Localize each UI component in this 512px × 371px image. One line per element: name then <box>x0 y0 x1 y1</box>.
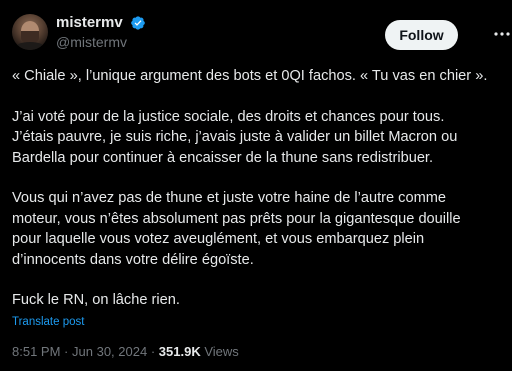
views-label: Views <box>204 344 239 359</box>
avatar-shoulders <box>14 42 46 50</box>
more-options-button[interactable] <box>492 24 512 44</box>
post-time[interactable]: 8:51 PM <box>12 344 60 359</box>
tweet-paragraph: « Chiale », l’unique argument des bots e… <box>12 66 504 87</box>
tweet-line: Bardella pour continuer à encaisser de l… <box>12 149 434 166</box>
display-name[interactable]: mistermv <box>56 14 123 31</box>
author-handle[interactable]: @mistermv <box>56 34 146 50</box>
tweet-line: J’étais pauvre, je suis riche, j’avais j… <box>12 129 458 145</box>
tweet-line: Fuck le RN, on lâche rien. <box>12 292 180 308</box>
views-count: 351.9K <box>158 344 201 359</box>
translate-post-link[interactable]: Translate post <box>12 316 84 328</box>
tweet-paragraph: Fuck le RN, on lâche rien. <box>12 290 504 311</box>
avatar[interactable] <box>12 14 48 50</box>
meta-separator: · <box>150 344 156 359</box>
tweet-meta: 8:51 PM · Jun 30, 2024 · 351.9K Views <box>12 344 239 359</box>
tweet-line: J’ai voté pour de la justice sociale, de… <box>12 108 445 125</box>
meta-separator: · <box>64 344 69 359</box>
tweet-line: d’innocents dans votre délire égoïste. <box>12 251 254 268</box>
post-date[interactable]: Jun 30, 2024 <box>72 344 147 359</box>
tweet-paragraph: Vous qui n’avez pas de thune et juste vo… <box>12 188 504 270</box>
tweet-line: moteur, vous n’êtes absolument pas prêts… <box>12 210 461 227</box>
tweet-line: pour laquelle vous votez aveuglément, et… <box>12 231 425 247</box>
tweet-text: « Chiale », l’unique argument des bots e… <box>12 66 504 311</box>
more-horizontal-icon <box>494 32 510 36</box>
follow-button[interactable]: Follow <box>385 20 458 50</box>
tweet-header: mistermv @mistermv Follow <box>12 12 510 54</box>
tweet-line: « Chiale », l’unique argument des bots e… <box>12 68 488 84</box>
tweet-paragraph: J’ai voté pour de la justice sociale, de… <box>12 107 504 169</box>
author-block: mistermv @mistermv <box>56 14 146 50</box>
tweet-line: Vous qui n’avez pas de thune et juste vo… <box>12 190 447 206</box>
verified-badge-icon <box>131 16 145 30</box>
